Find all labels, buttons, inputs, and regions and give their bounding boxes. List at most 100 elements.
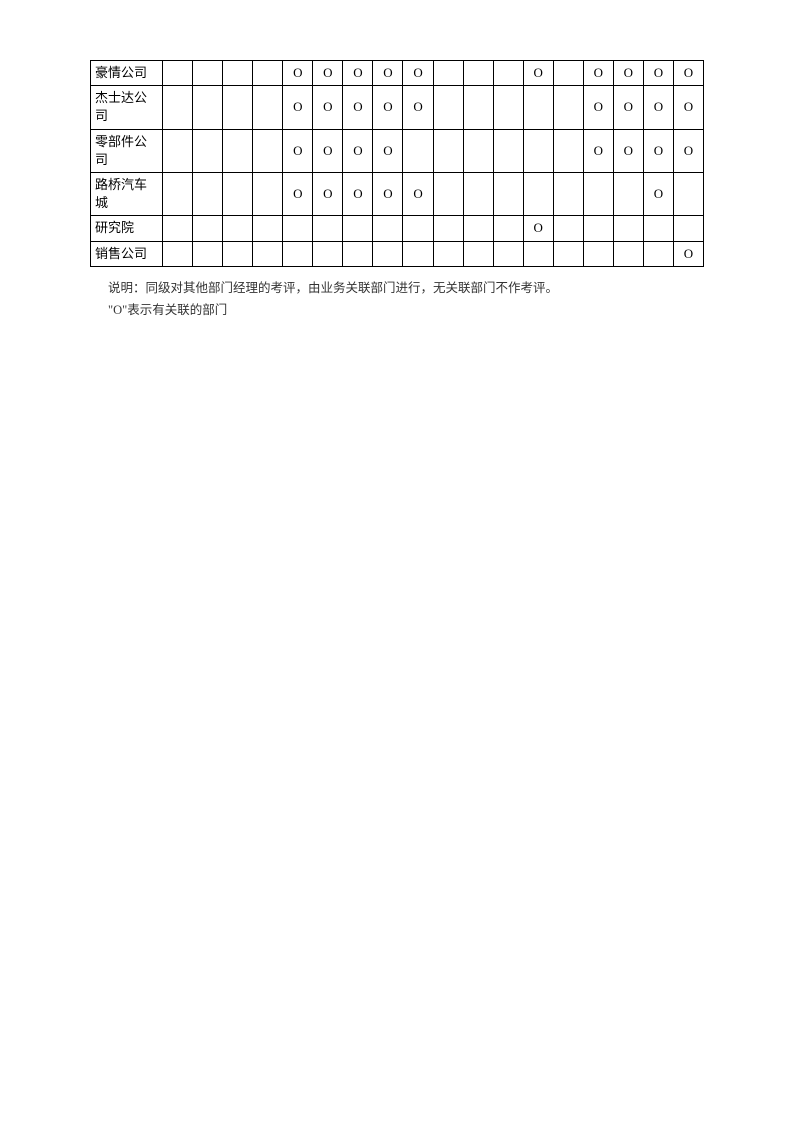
table-cell <box>343 216 373 241</box>
table-cell <box>493 241 523 266</box>
table-cell <box>163 129 193 172</box>
table-cell: O <box>313 129 343 172</box>
notes-section: 说明：同级对其他部门经理的考评，由业务关联部门进行，无关联部门不作考评。 "O"… <box>90 277 704 322</box>
table-cell: O <box>643 86 673 129</box>
table-cell <box>193 129 223 172</box>
table-cell: O <box>313 61 343 86</box>
table-cell: O <box>523 61 553 86</box>
table-cell <box>613 241 643 266</box>
table-cell <box>223 86 253 129</box>
table-cell: O <box>373 172 403 215</box>
table-cell <box>493 129 523 172</box>
table-cell: O <box>673 86 703 129</box>
table-row: 杰士达公司OOOOOOOOO <box>91 86 704 129</box>
table-cell <box>223 172 253 215</box>
table-cell: O <box>403 61 433 86</box>
table-cell: O <box>643 172 673 215</box>
table-cell <box>193 86 223 129</box>
table-cell <box>463 129 493 172</box>
row-label: 豪情公司 <box>91 61 163 86</box>
table-cell <box>163 61 193 86</box>
table-cell <box>523 129 553 172</box>
table-cell <box>433 216 463 241</box>
table-row: 销售公司O <box>91 241 704 266</box>
table-cell <box>673 172 703 215</box>
table-cell: O <box>583 129 613 172</box>
table-cell <box>433 129 463 172</box>
row-label: 杰士达公司 <box>91 86 163 129</box>
table-cell <box>463 86 493 129</box>
table-cell <box>433 61 463 86</box>
table-cell <box>493 172 523 215</box>
table-cell <box>163 216 193 241</box>
table-cell <box>673 216 703 241</box>
table-cell: O <box>283 172 313 215</box>
table-cell: O <box>673 129 703 172</box>
table-cell <box>253 86 283 129</box>
table-cell: O <box>583 61 613 86</box>
table-cell: O <box>343 61 373 86</box>
table-cell: O <box>523 216 553 241</box>
table-cell <box>253 172 283 215</box>
table-cell <box>583 172 613 215</box>
table-cell <box>253 61 283 86</box>
table-cell <box>493 86 523 129</box>
table-cell <box>163 86 193 129</box>
row-label: 零部件公司 <box>91 129 163 172</box>
table-cell: O <box>283 61 313 86</box>
table-cell <box>643 216 673 241</box>
table-cell <box>193 172 223 215</box>
table-cell: O <box>373 61 403 86</box>
table-cell <box>463 172 493 215</box>
table-cell <box>433 172 463 215</box>
table-cell <box>313 216 343 241</box>
table-cell <box>223 241 253 266</box>
table-cell: O <box>613 129 643 172</box>
table-cell <box>463 61 493 86</box>
table-cell <box>523 86 553 129</box>
table-cell <box>223 216 253 241</box>
table-cell <box>193 61 223 86</box>
table-cell <box>553 61 583 86</box>
table-cell <box>193 241 223 266</box>
table-cell <box>583 241 613 266</box>
table-cell <box>313 241 343 266</box>
table-cell <box>283 216 313 241</box>
table-cell <box>253 241 283 266</box>
table-cell: O <box>643 61 673 86</box>
table-cell: O <box>373 86 403 129</box>
table-cell: O <box>673 61 703 86</box>
table-cell: O <box>403 172 433 215</box>
table-cell <box>253 129 283 172</box>
table-cell: O <box>403 86 433 129</box>
table-cell: O <box>373 129 403 172</box>
table-cell <box>523 172 553 215</box>
table-container: 豪情公司OOOOOOOOOO杰士达公司OOOOOOOOO零部件公司OOOOOOO… <box>90 60 704 267</box>
relation-table: 豪情公司OOOOOOOOOO杰士达公司OOOOOOOOO零部件公司OOOOOOO… <box>90 60 704 267</box>
table-cell <box>493 61 523 86</box>
table-cell <box>403 129 433 172</box>
table-cell <box>283 241 313 266</box>
table-cell <box>613 172 643 215</box>
table-cell <box>403 241 433 266</box>
table-cell <box>463 241 493 266</box>
table-cell <box>403 216 433 241</box>
table-cell <box>343 241 373 266</box>
table-cell: O <box>283 86 313 129</box>
table-cell: O <box>583 86 613 129</box>
table-cell <box>583 216 613 241</box>
table-cell <box>553 86 583 129</box>
table-cell <box>373 241 403 266</box>
table-row: 路桥汽车城OOOOOO <box>91 172 704 215</box>
row-label: 路桥汽车城 <box>91 172 163 215</box>
table-cell: O <box>313 172 343 215</box>
table-cell <box>373 216 403 241</box>
table-cell <box>553 172 583 215</box>
note-line-2: "O"表示有关联的部门 <box>108 299 704 322</box>
table-cell <box>163 172 193 215</box>
table-cell <box>613 216 643 241</box>
table-cell <box>433 86 463 129</box>
table-cell <box>223 61 253 86</box>
table-cell: O <box>343 129 373 172</box>
row-label: 研究院 <box>91 216 163 241</box>
